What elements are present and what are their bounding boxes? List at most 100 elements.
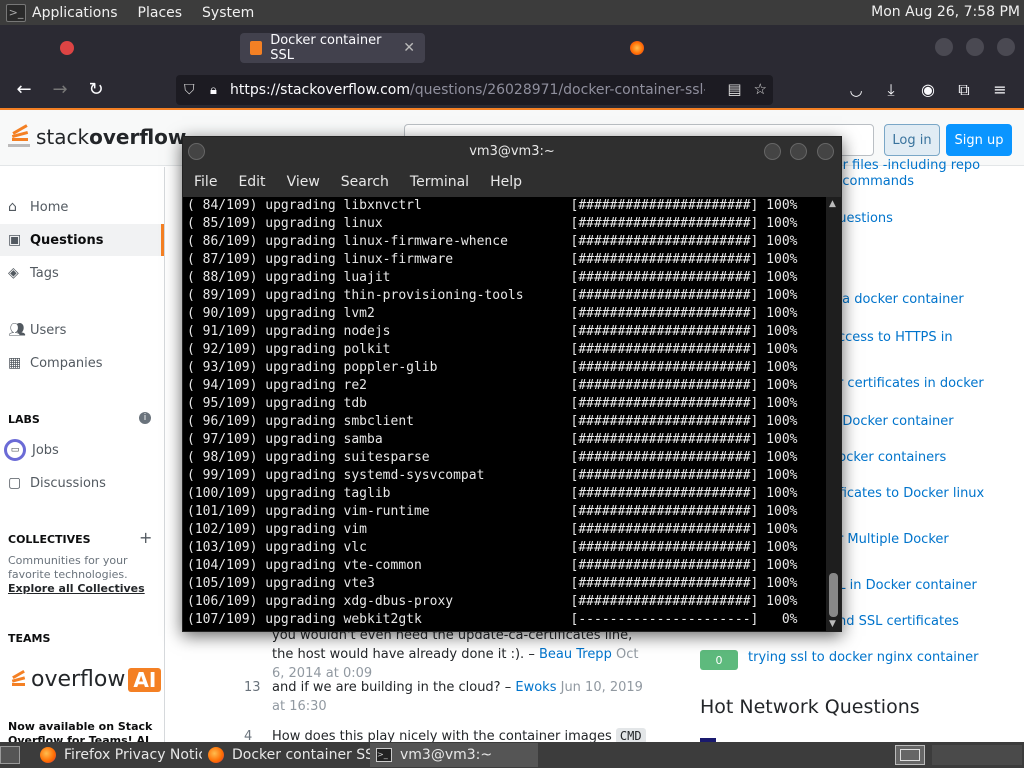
sidebar-label: Tags — [30, 265, 59, 281]
reader-view-icon[interactable]: ▤ — [727, 80, 741, 98]
briefcase-icon: ▭ — [4, 439, 26, 461]
show-desktop-icon[interactable] — [0, 746, 20, 764]
logo-text: stackoverflow — [36, 125, 187, 149]
account-icon[interactable]: ◉ — [916, 78, 940, 102]
terminal-app-icon[interactable]: >_ — [6, 3, 26, 22]
scroll-down-icon[interactable]: ▼ — [829, 619, 836, 629]
browser-nav-bar: ← → ↻ ⛉ 🔒︎ https://stackoverflow.com/que… — [0, 70, 1024, 110]
back-arrow-icon[interactable]: ← — [12, 78, 36, 102]
plus-icon[interactable]: + — [139, 528, 152, 547]
related-question-link[interactable]: tificates to Docker linux — [830, 486, 984, 501]
sidebar-item-discussions[interactable]: ▢ Discussions — [0, 467, 164, 499]
taskbar-label: vm3@vm3:~ — [400, 747, 493, 763]
related-question-link[interactable]: fer files -including repo — [830, 158, 980, 173]
shield-icon[interactable]: ⛉ — [184, 82, 210, 98]
terminal-line: ( 87/109) upgrading linux-firmware [####… — [187, 252, 798, 267]
close-tab-icon[interactable]: ✕ — [403, 40, 415, 56]
terminal-line: (102/109) upgrading vim [###############… — [187, 522, 798, 537]
close-window-button[interactable] — [997, 38, 1015, 56]
active-tab-title: Docker container SSL — [270, 33, 382, 63]
terminal-menu-terminal[interactable]: Terminal — [410, 174, 469, 190]
sidebar-item-home[interactable]: ⌂ Home — [0, 191, 164, 223]
related-question-link[interactable]: n Docker container — [830, 414, 954, 429]
url-text[interactable]: https://stackoverflow.com/questions/2602… — [230, 82, 705, 98]
reload-icon[interactable]: ↻ — [84, 78, 108, 102]
sidebar-item-tags[interactable]: ◈ Tags — [0, 257, 164, 289]
downloads-icon[interactable]: ⤓ — [879, 78, 903, 102]
ai-badge: AI — [128, 667, 162, 692]
explore-collectives-link[interactable]: Explore all Collectives — [8, 582, 145, 595]
maximize-window-button[interactable] — [966, 38, 984, 56]
taskbar-item-terminal[interactable]: >_ vm3@vm3:~ — [370, 743, 538, 767]
terminal-menu-file[interactable]: File — [194, 174, 217, 190]
terminal-line: ( 91/109) upgrading nodejs [############… — [187, 324, 798, 339]
forward-arrow-icon[interactable]: → — [48, 78, 72, 102]
url-bar[interactable]: ⛉ 🔒︎ https://stackoverflow.com/questions… — [176, 75, 773, 105]
taskbar-item-firefox-privacy[interactable]: Firefox Privacy Notic... — [34, 743, 202, 767]
workspace-switcher-icon[interactable] — [895, 745, 925, 765]
related-question-link[interactable]: or certificates in docker — [830, 376, 984, 391]
terminal-menu-help[interactable]: Help — [490, 174, 522, 190]
related-question-link[interactable]: SL in Docker container — [830, 578, 977, 593]
terminal-output[interactable]: ( 84/109) upgrading libxnvctrl [########… — [183, 197, 826, 631]
related-question-link[interactable]: trying ssl to docker nginx container — [748, 650, 979, 665]
users-icon: 👥︎ — [8, 322, 26, 338]
home-icon: ⌂ — [8, 199, 17, 215]
system-menu[interactable]: System — [202, 5, 254, 21]
sidebar-item-questions[interactable]: ▣ Questions — [0, 224, 164, 256]
terminal-line: ( 90/109) upgrading lvm2 [##############… — [187, 306, 798, 321]
related-question-link[interactable]: e a docker container — [830, 292, 964, 307]
workspace-switcher-area[interactable] — [932, 745, 1022, 765]
clock[interactable]: Mon Aug 26, 7:58 PM — [871, 4, 1020, 20]
window-menu-icon[interactable] — [188, 143, 205, 160]
bottom-taskbar: Firefox Privacy Notic... Docker containe… — [0, 742, 1024, 768]
maximize-terminal-icon[interactable] — [790, 143, 807, 160]
close-terminal-icon[interactable] — [817, 143, 834, 160]
teams-heading: TEAMS — [8, 632, 51, 645]
signup-button[interactable]: Sign up — [946, 124, 1012, 156]
minimize-terminal-icon[interactable] — [764, 143, 781, 160]
overflow-ai-logo[interactable]: overflow AI — [10, 667, 162, 692]
terminal-titlebar[interactable]: vm3@vm3:~ — [183, 137, 841, 167]
terminal-menu-edit[interactable]: Edit — [238, 174, 265, 190]
terminal-scrollbar[interactable]: ▲ ▼ — [826, 197, 841, 631]
background-tab[interactable] — [620, 33, 740, 63]
scroll-up-icon[interactable]: ▲ — [829, 199, 836, 209]
comment-user-link[interactable]: Ewoks — [515, 680, 556, 695]
hamburger-menu-icon[interactable]: ≡ — [988, 78, 1012, 102]
sidebar-label: Companies — [30, 355, 103, 371]
tag-icon: ◈ — [8, 265, 19, 281]
sidebar-item-users[interactable]: 👥︎ Users — [0, 314, 164, 346]
discussion-icon: ▢ — [8, 475, 22, 491]
related-question-link[interactable]: access to HTTPS in — [830, 330, 953, 345]
applications-menu[interactable]: Applications — [32, 5, 118, 21]
extensions-icon[interactable]: ⧉ — [952, 78, 976, 102]
login-button[interactable]: Log in — [884, 124, 940, 156]
url-host: https://stackoverflow.com — [230, 82, 410, 98]
taskbar-item-docker-ssl[interactable]: Docker container SS... — [202, 743, 370, 767]
info-icon[interactable]: i — [139, 412, 151, 424]
related-question-link[interactable]: n commands — [830, 174, 914, 189]
terminal-menu-search[interactable]: Search — [341, 174, 389, 190]
sidebar-item-jobs[interactable]: ▭ Jobs — [0, 434, 164, 466]
collectives-note: Communities for your favorite technologi… — [8, 554, 158, 596]
active-tab[interactable]: Docker container SSL ✕ — [240, 33, 425, 63]
related-question-link[interactable]: docker containers — [830, 450, 946, 465]
stackoverflow-favicon-icon — [250, 41, 263, 55]
related-question-link[interactable]: or Multiple Docker — [830, 532, 949, 547]
comment-user-link[interactable]: Beau Trepp — [539, 647, 612, 662]
bookmark-star-icon[interactable]: ☆ — [754, 80, 767, 98]
comment: 4 How does this play nicely with the con… — [244, 727, 654, 742]
comment: you wouldn't even need the update-ca-cer… — [244, 626, 654, 683]
background-tab[interactable] — [50, 33, 230, 63]
scrollbar-thumb[interactable] — [829, 573, 838, 617]
terminal-window[interactable]: vm3@vm3:~ File Edit View Search Terminal… — [182, 136, 842, 632]
pocket-icon[interactable]: ◡ — [844, 78, 868, 102]
minimize-window-button[interactable] — [935, 38, 953, 56]
lock-icon[interactable]: 🔒︎ — [210, 83, 230, 98]
terminal-menu-view[interactable]: View — [287, 174, 320, 190]
related-question-link[interactable]: and SSL certificates — [830, 614, 959, 629]
stackoverflow-logo[interactable]: stackoverflow — [8, 122, 186, 152]
sidebar-item-companies[interactable]: ▦ Companies — [0, 347, 164, 379]
places-menu[interactable]: Places — [138, 5, 183, 21]
